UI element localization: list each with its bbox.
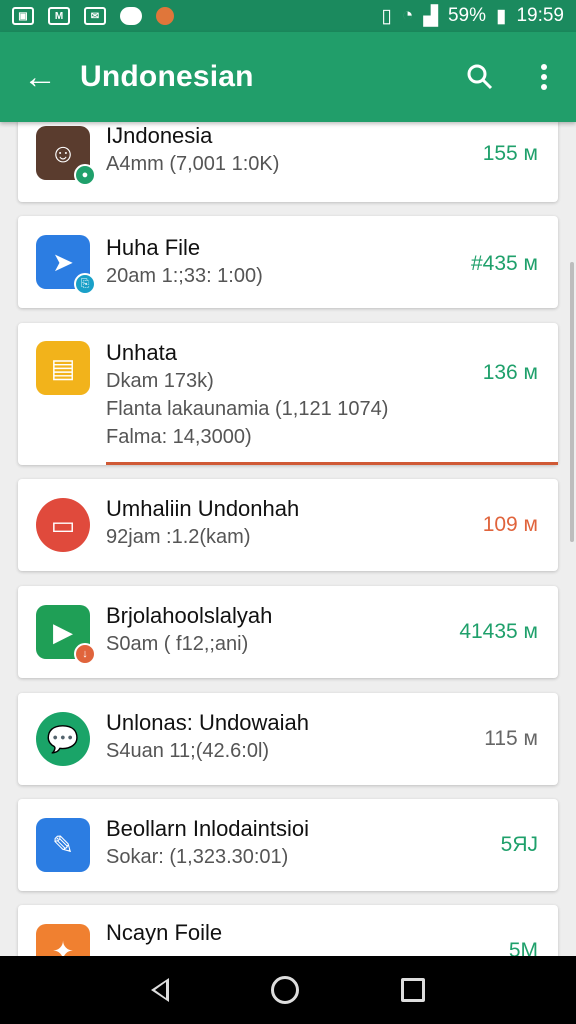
list-item[interactable]: ➤ ⎘ Huha File 20am 1:;33: 1:00) #435 м — [18, 216, 558, 308]
puzzle-icon: ✦ — [36, 924, 90, 956]
list-item[interactable]: ✎ Beollarn Inlodaintsioi Sokar: (1,323.3… — [18, 799, 558, 891]
item-detail: Dkam 173k) — [106, 370, 214, 392]
list-item[interactable]: ☺ ● IJndonesia A4mm (7,001 1:0K) 155 м — [18, 122, 558, 202]
battery-icon: ▮ — [495, 5, 507, 27]
item-detail: A4mm (7,001 1:0K) — [106, 153, 280, 175]
wifi-icon: ◔ — [401, 5, 414, 26]
scrollbar[interactable] — [570, 262, 574, 542]
back-nav-icon[interactable] — [151, 978, 169, 1002]
item-name: Beollarn Inlodaintsioi — [106, 816, 310, 841]
item-detail-3: Falma: 14,3000) — [106, 426, 252, 448]
file-list: ☺ ● IJndonesia A4mm (7,001 1:0K) 155 м ➤… — [0, 122, 576, 956]
photo-icon: M — [48, 7, 70, 25]
overflow-menu-icon[interactable] — [512, 32, 576, 122]
wrench-icon: ✎ — [36, 818, 90, 872]
item-size: #435 м — [471, 252, 538, 275]
avatar-icon — [156, 7, 174, 25]
item-size: 41435 м — [459, 620, 538, 643]
list-item[interactable]: 💬 Unlonas: Undowaiah S4uan 11;(42.6:0l) … — [18, 693, 558, 785]
status-badge: ⎘ — [74, 273, 96, 295]
item-name: IJndonesia — [106, 123, 213, 148]
vibrate-icon: ▯ — [381, 5, 392, 27]
item-detail: 92jam :1.2(kam) — [106, 526, 251, 548]
clock: 19:59 — [516, 5, 564, 26]
status-bar: ▣ M ✉ ▯ ◔ ▟ 59% ▮ 19:59 — [0, 0, 576, 32]
home-nav-icon[interactable] — [271, 976, 299, 1004]
chat-icon: 💬 — [36, 712, 90, 766]
notepad-icon: ▤ — [36, 341, 90, 395]
download-progress-bar — [106, 462, 558, 465]
list-item[interactable]: ✦ Ncayn Foile 5M — [18, 905, 558, 956]
list-item[interactable]: ▭ Umhaliin Undonhah 92jam :1.2(kam) 109 … — [18, 479, 558, 571]
item-size: 5ЯJ — [500, 833, 538, 856]
item-name: Brjolahoolslalyah — [106, 603, 273, 628]
item-detail: S4uan 11;(42.6:0l) — [106, 740, 270, 762]
item-name: Ncayn Foile — [106, 920, 223, 945]
item-name: Umhaliin Undonhah — [106, 496, 300, 521]
item-name: Unhata — [106, 340, 177, 365]
navigation-bar — [0, 956, 576, 1024]
item-detail-2: Flanta lakaunamia (1,121 1074) — [106, 398, 389, 420]
item-size: 136 м — [482, 361, 538, 384]
status-badge: ↓ — [74, 643, 96, 665]
item-detail: S0am ( f12,;ani) — [106, 633, 249, 655]
item-detail: 20am 1:;33: 1:00) — [106, 265, 263, 287]
folder-icon: ▭ — [36, 498, 90, 552]
arrow-back-icon[interactable]: ← — [0, 32, 80, 122]
item-name: Huha File — [106, 235, 201, 260]
gallery-icon: ▣ — [12, 7, 34, 25]
list-item[interactable]: ▤ Unhata Dkam 173k) Flanta lakaunamia (1… — [18, 323, 558, 465]
battery-percent: 59% — [447, 5, 486, 26]
item-name: Unlonas: Undowaiah — [106, 710, 310, 735]
message-icon: ✉ — [84, 7, 106, 25]
app-bar: ← Undonesian — [0, 32, 576, 122]
item-size: 109 м — [482, 513, 538, 536]
item-size: 115 м — [484, 727, 538, 750]
status-badge: ● — [74, 164, 96, 186]
search-icon[interactable] — [448, 32, 512, 122]
page-title: Undonesian — [80, 60, 254, 93]
recents-nav-icon[interactable] — [401, 978, 425, 1002]
list-item[interactable]: ▶ ↓ Brjolahoolslalyah S0am ( f12,;ani) 4… — [18, 586, 558, 678]
item-detail: Sokar: (1,323.30:01) — [106, 846, 289, 868]
item-size: 5M — [508, 939, 538, 956]
game-icon — [120, 7, 142, 25]
signal-icon: ▟ — [423, 5, 438, 27]
item-size: 155 м — [482, 142, 538, 165]
